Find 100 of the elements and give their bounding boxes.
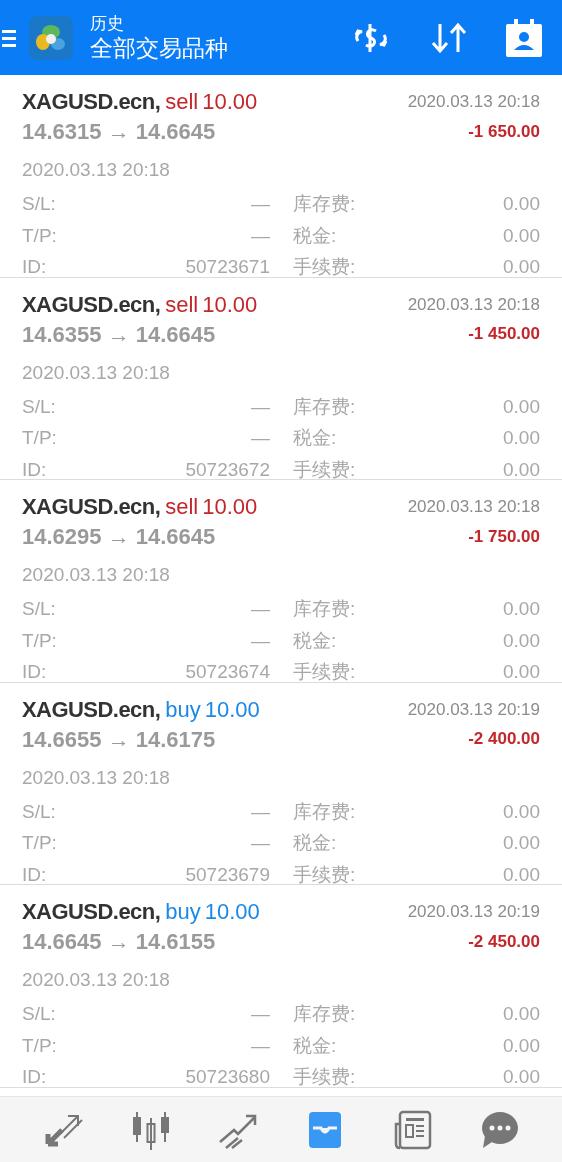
field-value: 0.00 [503, 1033, 540, 1058]
close-time-text: 2020.03.13 20:19 [407, 698, 540, 721]
field-value: — [251, 831, 270, 855]
field-value: 50723679 [185, 862, 270, 887]
open-time-text: 2020.03.13 20:18 [22, 969, 170, 990]
header-title: 历史 [90, 12, 125, 34]
field-label: T/P: [22, 1033, 57, 1058]
symbol-text: XAGUSD.ecn, [22, 88, 161, 116]
symbol-text: XAGUSD.ecn, [22, 898, 161, 926]
order-side-text: sell [165, 290, 199, 319]
field-label: T/P: [22, 831, 57, 855]
app-logo-icon [29, 15, 73, 60]
field-value: 0.00 [503, 799, 540, 824]
field-value: — [251, 799, 270, 824]
field-label: ID: [22, 1065, 47, 1089]
field-label: ID: [22, 660, 47, 684]
profit-text: -2 450.00 [468, 930, 540, 953]
field-value: 0.00 [503, 628, 540, 653]
order-side-text: buy [165, 695, 201, 724]
field-value: 0.00 [503, 1002, 540, 1026]
field-value: — [251, 192, 270, 216]
field-value: 0.00 [503, 192, 540, 216]
field-value: 0.00 [503, 223, 540, 248]
field-label: ID: [22, 457, 47, 482]
price-range-text: 14.6655 → 14.6175 [22, 725, 216, 754]
close-time-text: 2020.03.13 20:18 [407, 91, 540, 113]
field-label: T/P: [22, 426, 57, 450]
order-side-text: sell [165, 88, 199, 116]
field-label: ID: [22, 862, 47, 887]
field-label: 税金: [293, 628, 337, 653]
field-value: 0.00 [503, 660, 540, 684]
field-value: — [251, 394, 270, 419]
field-label: 手续费: [293, 1065, 356, 1089]
close-time-text: 2020.03.13 20:19 [407, 901, 540, 923]
field-label: 税金: [293, 426, 337, 450]
field-value: 50723680 [185, 1065, 270, 1089]
field-label: S/L: [22, 1002, 56, 1026]
price-range-text: 14.6355 → 14.6645 [22, 320, 216, 349]
field-label: 手续费: [293, 457, 356, 482]
field-label: T/P: [22, 223, 57, 248]
field-value: 0.00 [503, 255, 540, 279]
field-value: 0.00 [503, 1065, 540, 1089]
open-time-text: 2020.03.13 20:18 [22, 361, 170, 383]
symbol-text: XAGUSD.ecn, [22, 493, 161, 521]
field-value: 0.00 [503, 426, 540, 450]
order-side-text: buy [165, 898, 201, 926]
field-value: — [251, 1002, 270, 1026]
price-range-text: 14.6315 → 14.6645 [22, 118, 216, 146]
sort-icon[interactable] [430, 20, 468, 55]
close-time-text: 2020.03.13 20:18 [407, 293, 540, 316]
calendar-icon[interactable] [506, 18, 542, 57]
field-label: 税金: [293, 223, 337, 248]
open-time-text: 2020.03.13 20:18 [22, 766, 170, 788]
field-label: S/L: [22, 799, 56, 824]
field-value: — [251, 628, 270, 653]
profit-text: -1 750.00 [468, 525, 540, 548]
field-label: ID: [22, 255, 47, 279]
field-label: 税金: [293, 831, 337, 855]
field-value: 0.00 [503, 862, 540, 887]
field-label: S/L: [22, 394, 56, 419]
field-label: 库存费: [293, 192, 356, 216]
open-time-text: 2020.03.13 20:18 [22, 564, 170, 585]
header-subtitle: 全部交易品种 [90, 33, 228, 63]
field-value: 0.00 [503, 457, 540, 482]
field-value: 0.00 [503, 831, 540, 855]
menu-icon[interactable] [2, 27, 16, 48]
symbol-text: XAGUSD.ecn, [22, 290, 161, 319]
price-range-text: 14.6645 → 14.6155 [22, 928, 216, 956]
volume-text: 10.00 [202, 88, 258, 116]
field-value: — [251, 597, 270, 621]
field-label: 库存费: [293, 394, 356, 419]
field-value: 0.00 [503, 394, 540, 419]
field-label: 税金: [293, 1033, 337, 1058]
field-value: — [251, 223, 270, 248]
field-label: S/L: [22, 192, 56, 216]
field-label: 库存费: [293, 799, 356, 824]
field-label: T/P: [22, 628, 57, 653]
field-label: 库存费: [293, 597, 356, 621]
field-label: 库存费: [293, 1002, 356, 1026]
field-label: S/L: [22, 597, 56, 621]
order-side-text: sell [165, 493, 199, 521]
field-label: 手续费: [293, 255, 356, 279]
candlestick-icon[interactable] [130, 1109, 171, 1150]
field-value: 0.00 [503, 597, 540, 621]
field-value: — [251, 1033, 270, 1058]
open-time-text: 2020.03.13 20:18 [22, 159, 170, 180]
field-value: 50723672 [185, 457, 270, 482]
price-range-text: 14.6295 → 14.6645 [22, 523, 216, 551]
close-time-text: 2020.03.13 20:18 [407, 496, 540, 518]
volume-text: 10.00 [202, 493, 258, 521]
profit-text: -2 400.00 [468, 728, 540, 751]
profit-text: -1 650.00 [468, 120, 540, 143]
volume-text: 10.00 [202, 290, 258, 319]
field-value: 50723671 [185, 255, 270, 279]
volume-text: 10.00 [204, 898, 260, 926]
field-value: — [251, 426, 270, 450]
profit-text: -1 450.00 [468, 323, 540, 346]
field-value: 50723674 [185, 660, 270, 684]
field-label: 手续费: [293, 660, 356, 684]
field-label: 手续费: [293, 862, 356, 887]
